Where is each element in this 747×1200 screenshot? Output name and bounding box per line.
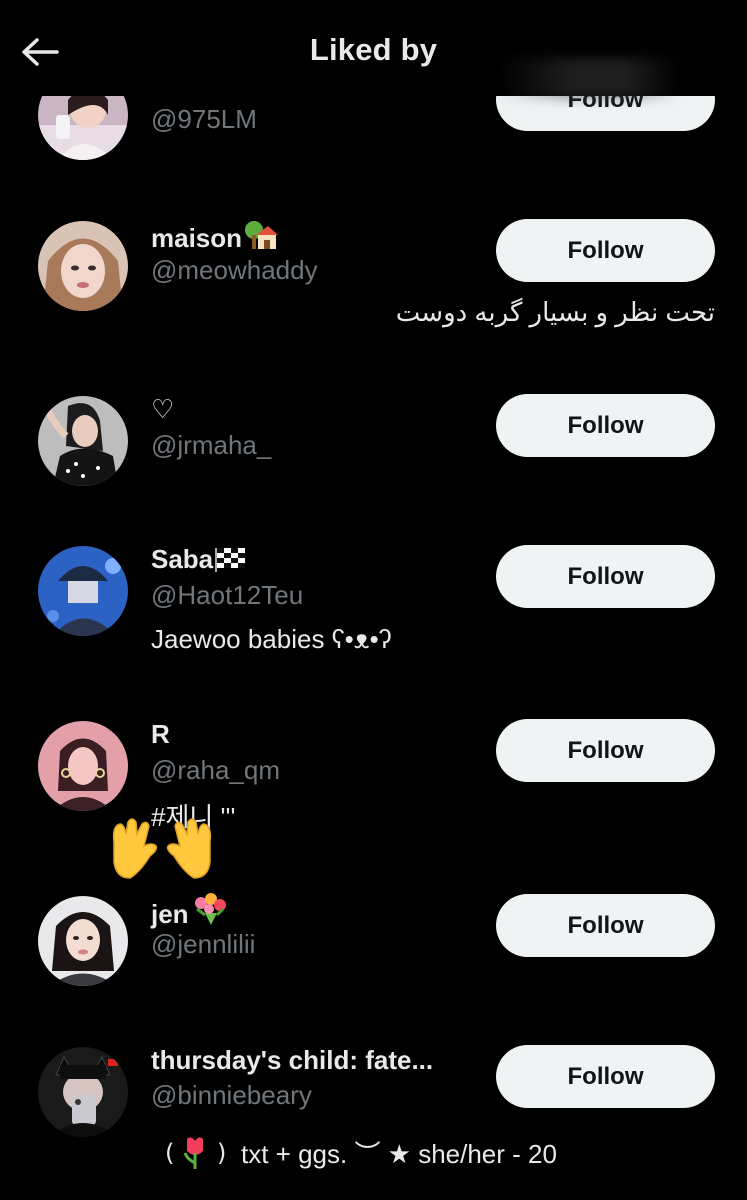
user-name[interactable]: thursday's child: fate...: [151, 1045, 433, 1076]
bouquet-emoji: [191, 893, 227, 934]
follow-button[interactable]: Follow: [496, 219, 715, 282]
follow-button[interactable]: Follow: [496, 394, 715, 457]
avatar[interactable]: [38, 221, 128, 311]
follow-button[interactable]: Follow: [496, 719, 715, 782]
follow-button[interactable]: Follow: [496, 545, 715, 608]
bio-text: txt + ggs. ︶ ★ she/her - 20: [241, 1139, 557, 1169]
user-handle[interactable]: @jrmaha_: [151, 430, 271, 461]
user-name[interactable]: ♡: [151, 394, 174, 425]
user-handle[interactable]: @meowhaddy: [151, 255, 318, 286]
svg-text:): ): [217, 1139, 226, 1167]
top-bar: Liked by: [0, 0, 747, 98]
avatar[interactable]: [38, 1047, 128, 1137]
avatar[interactable]: [38, 896, 128, 986]
user-handle[interactable]: @binniebeary: [151, 1080, 312, 1111]
avatar[interactable]: [38, 546, 128, 636]
raising-hands-emoji: [106, 812, 218, 887]
user-name[interactable]: jen: [151, 893, 227, 934]
liked-by-list: @975LM Follow maison @meowhaddy تحت نظر …: [0, 0, 747, 1200]
user-handle[interactable]: @975LM: [151, 104, 257, 135]
follow-button[interactable]: Follow: [496, 894, 715, 957]
follow-button[interactable]: Follow: [496, 1045, 715, 1108]
blurred-region: [500, 58, 680, 98]
tulip-emoji: (): [165, 1133, 231, 1178]
avatar[interactable]: [38, 396, 128, 486]
user-handle[interactable]: @jennlilii: [151, 929, 255, 960]
svg-text:(: (: [165, 1139, 174, 1167]
user-bio: () txt + ggs. ︶ ★ she/her - 20: [165, 1133, 557, 1178]
user-bio: Jaewoo babies ʕ•ᴥ•ʔ: [151, 624, 392, 654]
user-handle[interactable]: @Haot12Teu: [151, 580, 303, 611]
checkered-flag-emoji: [215, 546, 246, 579]
user-name[interactable]: Saba: [151, 544, 246, 579]
user-name[interactable]: R: [151, 719, 170, 750]
user-bio: تحت نظر و بسیار گربه دوست: [395, 297, 715, 327]
avatar[interactable]: [38, 721, 128, 811]
house-tree-emoji: [244, 219, 279, 258]
user-name[interactable]: maison: [151, 219, 279, 258]
user-handle[interactable]: @raha_qm: [151, 755, 280, 786]
